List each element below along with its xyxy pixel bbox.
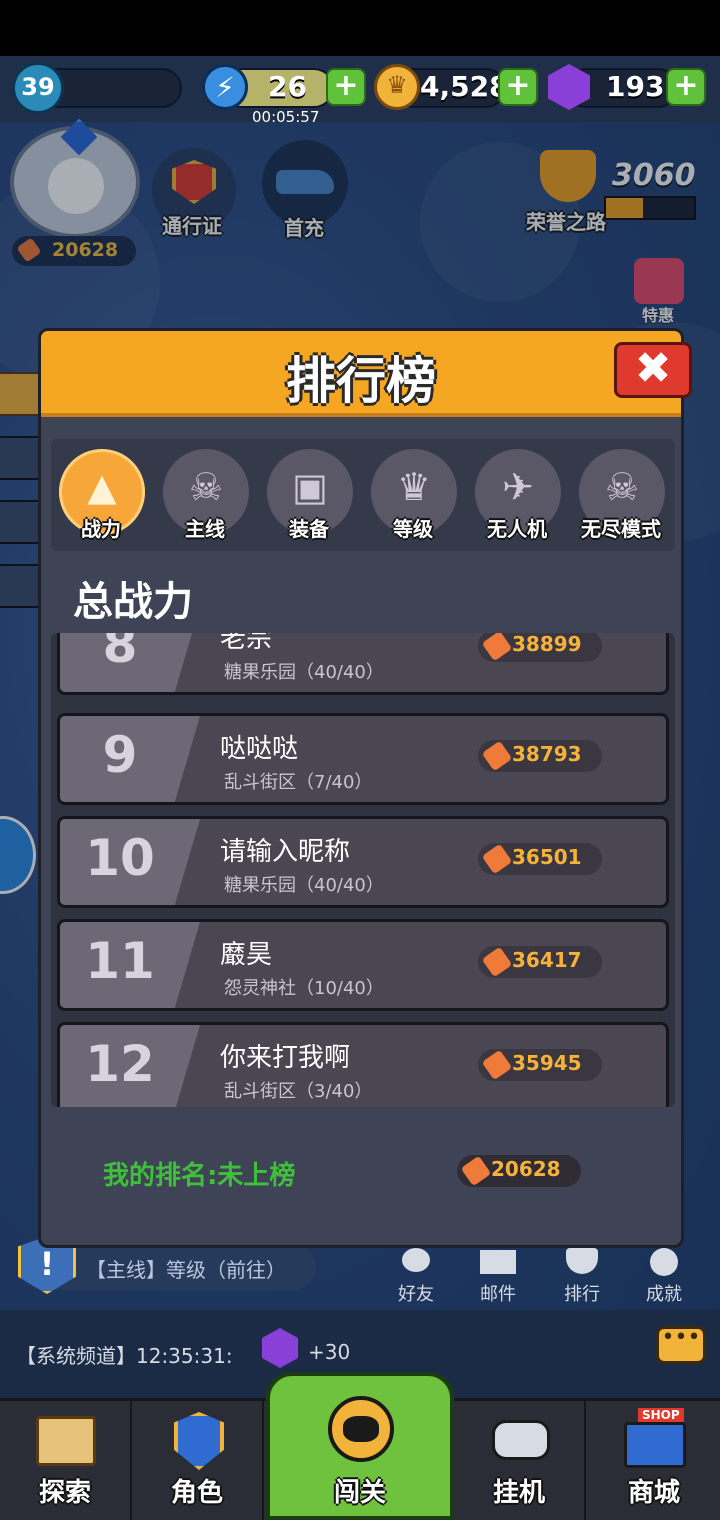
ranking-row[interactable]: 12 你来打我啊 乱斗街区（3/40） 35945	[57, 1022, 669, 1107]
friends-icon	[402, 1248, 430, 1272]
power-icon	[481, 946, 513, 978]
add-energy-button[interactable]: +	[326, 68, 366, 106]
nav-battle[interactable]: 闯关	[266, 1372, 454, 1520]
leaderboard-modal: 排行榜 ▲ 战力 ☠ 主线 ▣ 装备 ♛ 等级 ✈ 无人机 ☠ 无尽模式 总战力…	[38, 328, 684, 1248]
drone-icon: ✈	[502, 465, 534, 509]
ranking-row[interactable]: 10 请输入昵称 糖果乐园（40/40） 36501	[57, 816, 669, 908]
chat-channel-text: 【系统频道】12:35:31:	[16, 1344, 233, 1368]
close-button[interactable]: ✖	[614, 342, 692, 398]
my-rank-text: 我的排名:未上榜	[103, 1161, 296, 1191]
rank-number: 9	[102, 726, 138, 784]
friends-button[interactable]: 好友	[388, 1244, 444, 1305]
coin-value: 4,528	[420, 70, 509, 103]
category-tabs: ▲ 战力 ☠ 主线 ▣ 装备 ♛ 等级 ✈ 无人机 ☠ 无尽模式	[51, 439, 675, 551]
skull-badge-icon: ☠	[188, 465, 224, 509]
server-name: 乱斗街区（7/40）	[224, 772, 373, 793]
tab-mainline[interactable]: ☠ 主线	[159, 443, 251, 547]
ranking-row[interactable]: 11 黀昊 怨灵神社（10/40） 36417	[57, 919, 669, 1011]
my-power-pill: 20628	[457, 1155, 581, 1187]
add-coins-button[interactable]: +	[498, 68, 538, 106]
add-gems-button[interactable]: +	[666, 68, 706, 106]
tab-drone[interactable]: ✈ 无人机	[471, 443, 563, 547]
server-name: 乱斗街区（3/40）	[224, 1081, 373, 1102]
tab-power[interactable]: ▲ 战力	[55, 443, 147, 547]
energy-value: 26	[268, 70, 307, 103]
power-icon	[481, 1049, 513, 1081]
level-value: 39	[21, 73, 55, 101]
power-pill: 36501	[478, 843, 602, 875]
nav-character[interactable]: 角色	[132, 1398, 264, 1520]
rank-button[interactable]: 排行	[554, 1244, 610, 1305]
rank-number: 12	[85, 1035, 155, 1093]
player-name: 黀昊	[220, 940, 273, 970]
power-pill: 36417	[478, 946, 602, 978]
tab-level[interactable]: ♛ 等级	[367, 443, 459, 547]
section-title: 总战力	[73, 579, 193, 625]
gem-icon	[262, 1328, 298, 1368]
ranking-row[interactable]: 8 老宗 糖果乐园（40/40） 38899	[57, 633, 669, 695]
level-badge[interactable]: 39	[12, 62, 64, 114]
gamepad-icon	[492, 1420, 550, 1460]
chat-reward: +30	[308, 1340, 351, 1364]
ranking-row[interactable]: 9 哒哒哒 乱斗街区（7/40） 38793	[57, 713, 669, 805]
tab-endless[interactable]: ☠ 无尽模式	[575, 443, 667, 547]
power-value: 38793	[512, 742, 582, 766]
power-icon	[481, 633, 513, 662]
modal-title: 排行榜	[286, 352, 436, 410]
power-value: 38899	[512, 633, 582, 656]
close-icon: ✖	[634, 343, 672, 394]
horned-skull-icon: ☠	[604, 465, 640, 509]
player-name: 老宗	[220, 633, 273, 654]
server-name: 糖果乐园（40/40）	[224, 875, 384, 896]
ranking-list[interactable]: 8 老宗 糖果乐园（40/40） 38899 9 哒哒哒 乱斗街区（7/40） …	[51, 633, 675, 1107]
my-power-value: 20628	[491, 1157, 561, 1181]
shop-icon	[624, 1422, 686, 1468]
crown-badge-icon: ♛	[396, 465, 432, 509]
rank-number: 10	[85, 829, 155, 887]
nav-idle[interactable]: 挂机	[454, 1398, 586, 1520]
achievements-button[interactable]: 成就	[636, 1244, 692, 1305]
power-pill: 38899	[478, 633, 602, 662]
power-icon: ▲	[87, 465, 117, 509]
medal-icon	[650, 1248, 678, 1276]
backpack-icon: ▣	[292, 465, 328, 509]
modal-header: 排行榜	[41, 331, 681, 417]
gem-value: 193	[606, 70, 665, 103]
chat-bubble-icon[interactable]: •••	[656, 1325, 706, 1364]
nav-explore[interactable]: 探索	[0, 1398, 132, 1520]
power-value: 36501	[512, 845, 582, 869]
status-bar	[0, 0, 720, 56]
power-pill: 35945	[478, 1049, 602, 1081]
energy-icon: ⚡	[202, 64, 248, 110]
power-value: 36417	[512, 948, 582, 972]
quest-text: 【主线】等级（前往）	[86, 1258, 286, 1282]
nav-shop[interactable]: SHOP 商城	[588, 1398, 720, 1520]
tab-equipment[interactable]: ▣ 装备	[263, 443, 355, 547]
bomb-skull-icon	[328, 1396, 394, 1462]
mail-button[interactable]: 邮件	[470, 1244, 526, 1305]
player-name: 哒哒哒	[220, 734, 299, 764]
rank-number: 11	[85, 932, 155, 990]
server-name: 怨灵神社（10/40）	[224, 978, 384, 999]
power-icon	[460, 1155, 492, 1187]
power-icon	[481, 843, 513, 875]
power-pill: 38793	[478, 740, 602, 772]
power-icon	[481, 740, 513, 772]
shop-tag: SHOP	[638, 1408, 684, 1422]
shield-icon	[174, 1412, 224, 1470]
trophy-icon	[566, 1248, 598, 1274]
server-name: 糖果乐园（40/40）	[224, 662, 384, 683]
power-value: 35945	[512, 1051, 582, 1075]
coin-icon: ♛	[374, 64, 420, 110]
mail-icon	[480, 1250, 516, 1274]
rank-number: 8	[102, 633, 138, 674]
map-icon	[36, 1416, 96, 1466]
player-name: 请输入昵称	[220, 837, 351, 867]
player-name: 你来打我啊	[220, 1043, 351, 1073]
